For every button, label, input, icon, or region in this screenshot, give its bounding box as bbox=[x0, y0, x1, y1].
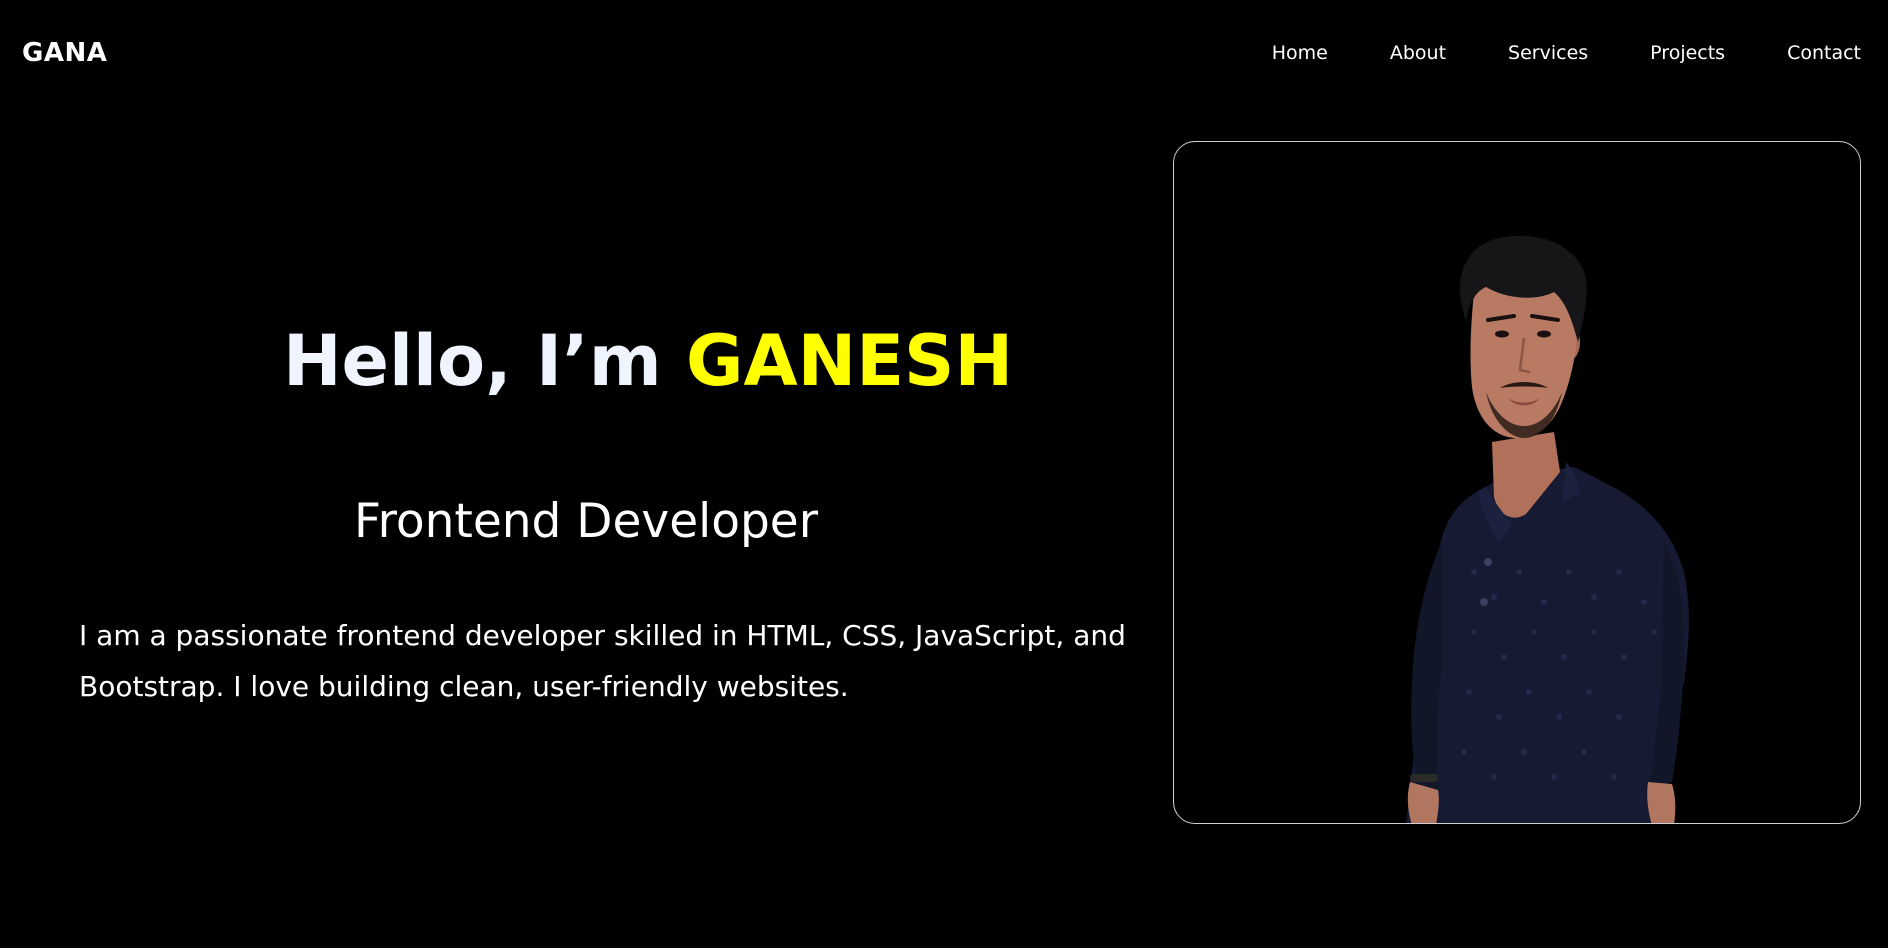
nav-link-services[interactable]: Services bbox=[1508, 38, 1588, 68]
nav-link-about[interactable]: About bbox=[1390, 38, 1446, 68]
navbar: GANA Home About Services Projects Contac… bbox=[0, 0, 1888, 106]
nav-link-contact[interactable]: Contact bbox=[1787, 38, 1861, 68]
nav-link-home[interactable]: Home bbox=[1272, 38, 1328, 68]
hero-name: GANESH bbox=[686, 320, 1014, 402]
site-logo[interactable]: GANA bbox=[22, 36, 107, 70]
hero-greeting: Hello, I’m bbox=[282, 320, 686, 402]
profile-photo-card bbox=[1173, 141, 1861, 824]
hero-role: Frontend Developer bbox=[353, 494, 819, 549]
hero-title: Hello, I’m GANESH bbox=[0, 318, 1296, 404]
nav-link-projects[interactable]: Projects bbox=[1650, 38, 1725, 68]
hero-description: I am a passionate frontend developer ski… bbox=[79, 619, 1126, 703]
nav-links: Home About Services Projects Contact bbox=[1272, 38, 1861, 68]
profile-photo bbox=[1406, 235, 1689, 823]
